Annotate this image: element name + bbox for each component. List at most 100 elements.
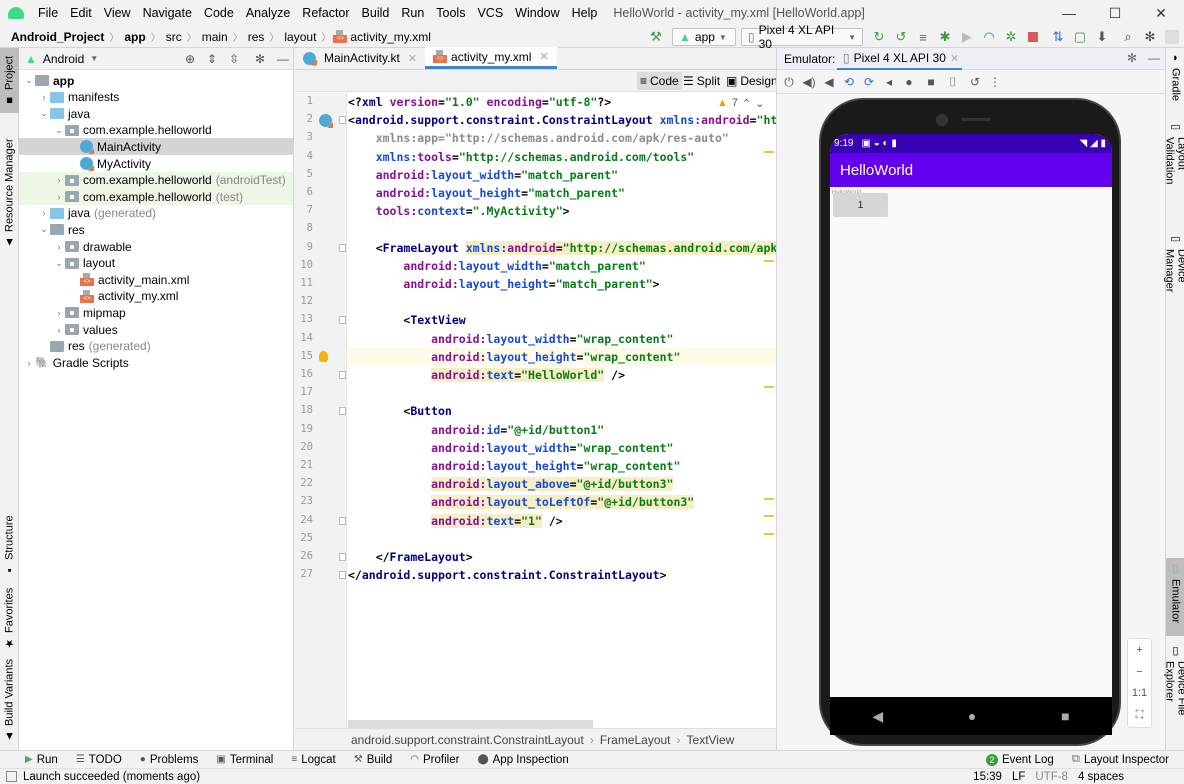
gradle-tool-tab[interactable]: ◗ Gradle xyxy=(1166,48,1184,110)
menu-file[interactable]: File xyxy=(32,6,64,20)
fold-marker-icon[interactable] xyxy=(339,243,346,252)
snapshot-icon[interactable]: ↺ xyxy=(967,74,983,90)
chevron-down-icon[interactable]: ⌄ xyxy=(38,108,50,119)
breadcrumb-item[interactable]: app xyxy=(121,30,148,44)
hide-panel-icon[interactable]: — xyxy=(277,52,289,66)
recents-nav-icon[interactable]: ■ xyxy=(1061,708,1069,724)
chevron-down-icon[interactable]: ⌄ xyxy=(23,75,35,86)
xml-breadcrumb-item[interactable]: android.support.constraint.ConstraintLay… xyxy=(351,733,584,747)
code-line[interactable]: android:layout_height="wrap_content" xyxy=(348,347,776,366)
tree-item[interactable]: › java (generated) xyxy=(19,205,293,222)
tab-activity-my-xml[interactable]: activity_my.xml ✕ xyxy=(425,47,557,69)
file-encoding[interactable]: UTF-8 xyxy=(1035,771,1078,783)
chevron-right-icon[interactable]: › xyxy=(53,308,65,318)
profile-icon[interactable]: ▶ xyxy=(959,29,975,45)
fold-marker-icon[interactable] xyxy=(339,553,346,561)
settings-gear-icon[interactable]: ✻ xyxy=(255,52,265,66)
previous-highlight-icon[interactable]: ⌃ xyxy=(742,97,751,110)
menu-refactor[interactable]: Refactor xyxy=(296,6,355,20)
user-avatar-icon[interactable] xyxy=(1164,29,1180,45)
code-line[interactable]: android:layout_width="wrap_content" xyxy=(348,330,673,348)
xml-breadcrumb-item[interactable]: FrameLayout xyxy=(600,733,671,747)
tree-item[interactable]: ⌄ layout xyxy=(19,255,293,272)
sync-gradle-icon[interactable]: ⇅ xyxy=(1050,29,1066,45)
tree-item[interactable]: › 🐘 Gradle Scripts xyxy=(19,354,293,371)
design-view-button[interactable]: ▣ Design xyxy=(723,72,781,90)
back-icon[interactable]: ◂ xyxy=(881,74,897,90)
code-line[interactable]: <TextView xyxy=(348,311,465,329)
intention-bulb-icon[interactable] xyxy=(319,350,328,362)
indent-setting[interactable]: 4 spaces xyxy=(1078,771,1184,783)
zoom-in-button[interactable]: + xyxy=(1136,644,1142,656)
avd-manager-icon[interactable]: ▢ xyxy=(1072,29,1088,45)
zoom-actual-size-button[interactable]: 1:1 xyxy=(1132,687,1147,699)
toggle-tool-windows-icon[interactable] xyxy=(6,771,17,782)
menu-edit[interactable]: Edit xyxy=(64,6,98,20)
tool-problems[interactable]: ● Problems xyxy=(131,754,208,766)
menu-help[interactable]: Help xyxy=(566,6,604,20)
build-hammer-icon[interactable]: ⚒ xyxy=(648,29,664,45)
attach-debugger-icon[interactable]: ✲ xyxy=(1003,29,1019,45)
zoom-out-button[interactable]: − xyxy=(1136,666,1142,678)
code-line[interactable]: tools:context=".MyActivity"> xyxy=(348,202,570,220)
tool-logcat[interactable]: ≡ Logcat xyxy=(282,754,344,766)
tool-run[interactable]: ▶ Run xyxy=(16,754,67,766)
profiler-icon[interactable]: ◠ xyxy=(981,29,997,45)
fold-marker-icon[interactable] xyxy=(339,407,346,416)
project-tool-tab[interactable]: ■ Project xyxy=(0,48,19,113)
power-icon[interactable]: ⏻ xyxy=(781,74,797,90)
tree-item[interactable]: ⌄ res xyxy=(19,221,293,238)
search-icon[interactable]: ⌕ xyxy=(1120,29,1136,45)
class-icon[interactable] xyxy=(319,114,332,128)
fold-marker-icon[interactable] xyxy=(339,371,346,379)
menu-vcs[interactable]: VCS xyxy=(471,6,509,20)
code-line[interactable]: <FrameLayout xmlns:android="http://schem… xyxy=(348,239,776,257)
tree-item[interactable]: › com.example.helloworld (test) xyxy=(19,188,293,206)
warning-marker[interactable] xyxy=(764,533,774,535)
locate-file-icon[interactable]: ⊕ xyxy=(185,52,195,66)
device-manager-tool-tab[interactable]: ▭ Device Manager xyxy=(1164,228,1184,323)
fold-marker-icon[interactable] xyxy=(339,571,346,580)
emulator-tool-tab[interactable]: ▯ Emulator xyxy=(1166,558,1184,636)
tab-mainactivity-kt[interactable]: MainActivity.kt ✕ xyxy=(295,47,425,69)
breadcrumb-item[interactable]: layout xyxy=(281,30,319,44)
code-line[interactable]: android:id="@+id/button1" xyxy=(348,421,604,439)
tree-item[interactable]: activity_main.xml xyxy=(19,271,293,288)
chevron-right-icon[interactable]: › xyxy=(38,208,50,218)
screenshot-camera-icon[interactable]: ⌷ xyxy=(945,74,961,90)
layout-inspector-button[interactable]: ⧉ Layout Inspector xyxy=(1063,753,1178,766)
menu-navigate[interactable]: Navigate xyxy=(137,6,198,20)
menu-code[interactable]: Code xyxy=(198,6,240,20)
tool-profiler[interactable]: ◠ Profiler xyxy=(401,754,468,766)
maximize-button[interactable]: ☐ xyxy=(1092,0,1138,26)
code-line[interactable]: android:text="1" /> xyxy=(348,512,563,530)
line-separator[interactable]: LF xyxy=(1012,771,1035,783)
code-line[interactable]: android:layout_width="match_parent" xyxy=(348,166,618,184)
collapse-all-icon[interactable]: ⇳ xyxy=(229,52,239,66)
build-variants-tool-tab[interactable]: ▲ Build Variants xyxy=(0,658,19,743)
expand-all-icon[interactable]: ⇕ xyxy=(207,52,217,66)
chevron-right-icon[interactable]: › xyxy=(23,358,35,368)
breadcrumb-item[interactable]: src xyxy=(163,30,185,44)
fold-marker-icon[interactable] xyxy=(339,516,346,525)
chevron-right-icon[interactable]: › xyxy=(38,92,50,102)
warning-marker[interactable] xyxy=(764,151,774,153)
code-line[interactable]: android:layout_above="@+id/button3" xyxy=(348,475,674,493)
settings-gear-icon[interactable]: ✻ xyxy=(1127,51,1137,65)
menu-tools[interactable]: Tools xyxy=(430,6,471,20)
fold-marker-icon[interactable] xyxy=(339,116,346,125)
breadcrumb-item[interactable]: Android_Project xyxy=(8,30,107,44)
code-line[interactable]: xmlns:app="http://schemas.android.com/ap… xyxy=(348,129,729,147)
breadcrumb-item[interactable]: main xyxy=(199,30,231,44)
sync-project-icon[interactable]: ≡ xyxy=(915,29,931,45)
code-line[interactable]: android:layout_toLeftOf="@+id/button3" xyxy=(348,493,695,511)
code-line[interactable]: xmlns:tools="http://schemas.android.com/… xyxy=(348,148,695,166)
volume-down-icon[interactable]: ◀ xyxy=(821,74,837,90)
device-file-explorer-tool-tab[interactable]: ▯ Device File Explorer xyxy=(1164,640,1184,750)
code-line[interactable]: android:layout_width="match_parent" xyxy=(348,257,645,275)
warning-marker[interactable] xyxy=(764,498,774,500)
menu-analyze[interactable]: Analyze xyxy=(240,6,296,20)
horizontal-scrollbar[interactable] xyxy=(348,720,593,728)
home-nav-icon[interactable]: ● xyxy=(968,708,976,724)
favorites-tool-tab[interactable]: ★ Favorites xyxy=(0,586,19,651)
